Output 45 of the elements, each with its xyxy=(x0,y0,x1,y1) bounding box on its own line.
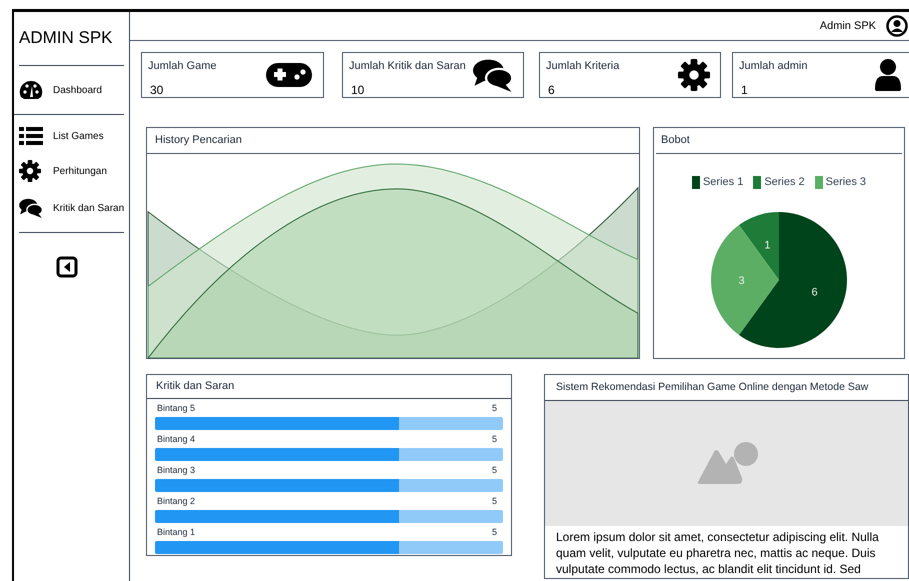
gamepad-icon xyxy=(265,61,313,89)
slice-label: 1 xyxy=(764,238,770,251)
nav-link[interactable]: Perhitungan xyxy=(53,164,107,178)
description-text: Lorem ipsum dolor sit amet, consectetur adipiscing elit. Nulla quam velit, vulputate eu pharetra nec, mattis ac neque. Duis vulputate commodo lectus, ac blandit elit tincidunt id. Sed xyxy=(555,529,880,577)
panel-title: Sistem Rekomendasi Pemilihan Game Online dengan Metode Saw xyxy=(556,380,868,395)
panel-title: Kritik dan Saran xyxy=(156,379,234,394)
stat-label: Jumlah admin xyxy=(739,59,808,74)
rating-label: Bintang 2 xyxy=(157,494,196,508)
stat-value: 10 xyxy=(351,82,366,98)
stat-value: 1 xyxy=(741,82,749,98)
user-avatar-icon[interactable] xyxy=(886,15,908,37)
panel-title: History Pencarian xyxy=(155,133,242,148)
user-icon xyxy=(875,59,901,91)
stat-label: Jumlah Game xyxy=(148,59,216,74)
legend-label: Series 3 xyxy=(826,175,866,190)
rating-count: 5 xyxy=(492,526,497,538)
stat-value: 6 xyxy=(548,82,556,98)
panel-title: Bobot xyxy=(661,133,690,148)
stat-value: 30 xyxy=(150,82,164,98)
nav-link[interactable]: List Games xyxy=(53,128,104,144)
rating-label: Bintang 1 xyxy=(157,526,196,539)
chat-icon xyxy=(473,58,513,92)
rating-label: Bintang 3 xyxy=(157,464,196,477)
stat-label: Jumlah Kritik dan Saran xyxy=(349,59,466,74)
gauge-icon xyxy=(19,80,43,100)
nav-link[interactable]: Dashboard xyxy=(53,82,102,98)
slice-label: 6 xyxy=(812,286,818,298)
app-title: ADMIN SPK xyxy=(19,28,113,48)
rating-count: 5 xyxy=(492,494,497,508)
rating-label: Bintang 5 xyxy=(157,402,196,415)
rating-count: 5 xyxy=(492,402,497,414)
chat-icon xyxy=(19,198,43,218)
rating-label: Bintang 4 xyxy=(157,432,196,446)
rating-count: 5 xyxy=(492,432,497,446)
stat-label: Jumlah Kriteria xyxy=(546,59,620,74)
rating-count: 5 xyxy=(492,464,497,476)
legend-label: Series 2 xyxy=(764,175,805,190)
legend-label: Series 1 xyxy=(702,175,744,190)
slice-label: 3 xyxy=(738,274,745,286)
nav-link[interactable]: Kritik dan Saran xyxy=(53,200,124,216)
list-icon xyxy=(19,126,43,146)
back-icon[interactable] xyxy=(56,256,78,278)
image-icon xyxy=(696,442,758,486)
user-name: Admin SPK xyxy=(820,18,876,34)
gear-icon xyxy=(19,160,41,182)
